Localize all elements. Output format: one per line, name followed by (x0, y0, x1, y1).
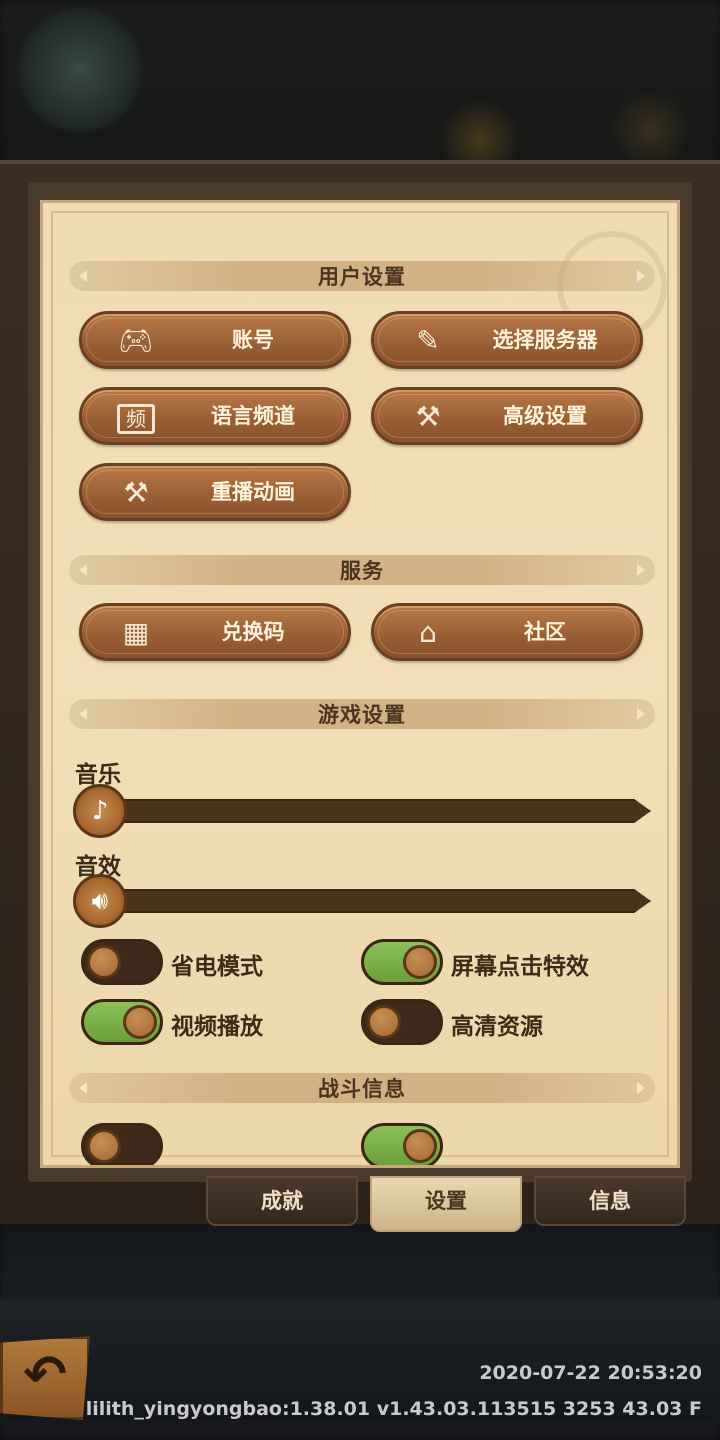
section-title: 游戏设置 (318, 703, 406, 727)
section-header-game-settings: 游戏设置 (69, 699, 655, 729)
section-header-services: 服务 (69, 555, 655, 585)
advanced-settings-button[interactable]: ⚒ 高级设置 (371, 387, 643, 445)
music-note-icon: ♪ (91, 796, 109, 826)
battle-toggle-2[interactable] (361, 1123, 443, 1165)
timestamp: 2020-07-22 20:53:20 (479, 1362, 702, 1384)
music-slider-track[interactable] (89, 799, 651, 823)
select-server-button[interactable]: ✎ 选择服务器 (371, 311, 643, 369)
hd-resources-toggle[interactable] (361, 999, 443, 1045)
back-arrow-icon: ↶ (23, 1345, 67, 1405)
speaker-icon: 🔊︎ (91, 886, 109, 916)
music-slider-knob[interactable]: ♪ (73, 784, 127, 838)
sound-effects-slider-track[interactable] (89, 889, 651, 913)
video-playback-label: 视频播放 (171, 1014, 263, 1040)
power-saving-toggle[interactable] (81, 939, 163, 985)
redeem-code-button[interactable]: ▦ 兑换码 (79, 603, 351, 661)
home-icon: ⌂ (419, 616, 437, 649)
settings-scroll-area[interactable]: 用户设置 🎮︎ 账号 ✎ 选择服务器 频 语言频道 ⚒ 高级设置 ⚒ 重播动画 … (43, 203, 677, 1165)
section-header-user-settings: 用户设置 (69, 261, 655, 291)
community-button-label: 社区 (524, 620, 566, 644)
tap-effects-toggle[interactable] (361, 939, 443, 985)
replay-animation-button-label: 重播动画 (211, 480, 295, 504)
map-quill-icon: ✎ (416, 324, 440, 357)
section-title: 服务 (340, 559, 384, 583)
community-button[interactable]: ⌂ 社区 (371, 603, 643, 661)
back-button[interactable]: ↶ (0, 1336, 90, 1420)
section-title: 战斗信息 (318, 1077, 406, 1101)
sound-effects-slider-knob[interactable]: 🔊︎ (73, 874, 127, 928)
tools-icon: ⚒ (415, 400, 441, 433)
battle-toggle-1[interactable] (81, 1123, 163, 1165)
settings-panel: 用户设置 🎮︎ 账号 ✎ 选择服务器 频 语言频道 ⚒ 高级设置 ⚒ 重播动画 … (40, 200, 680, 1168)
tab-settings[interactable]: 设置 (370, 1176, 522, 1232)
channel-icon: 频 (110, 400, 162, 434)
account-button-label: 账号 (232, 328, 274, 352)
hd-resources-label: 高清资源 (451, 1014, 543, 1040)
tab-achievements[interactable]: 成就 (206, 1176, 358, 1226)
version-string: lilith_yingyongbao:1.38.01 v1.43.03.1135… (85, 1398, 702, 1420)
video-playback-toggle[interactable] (81, 999, 163, 1045)
replay-animation-button[interactable]: ⚒ 重播动画 (79, 463, 351, 521)
power-saving-label: 省电模式 (171, 954, 263, 980)
account-button[interactable]: 🎮︎ 账号 (79, 311, 351, 369)
redeem-code-button-label: 兑换码 (221, 620, 285, 644)
advanced-settings-button-label: 高级设置 (503, 404, 587, 428)
language-channel-button-label: 语言频道 (211, 404, 295, 428)
section-header-battle-info: 战斗信息 (69, 1073, 655, 1103)
tab-info[interactable]: 信息 (534, 1176, 686, 1226)
tools-icon: ⚒ (123, 476, 149, 509)
select-server-button-label: 选择服务器 (492, 328, 598, 352)
section-title: 用户设置 (318, 265, 406, 289)
gift-icon: ▦ (122, 616, 150, 649)
language-channel-button[interactable]: 频 语言频道 (79, 387, 351, 445)
tap-effects-label: 屏幕点击特效 (451, 954, 589, 980)
gamepad-icon: 🎮︎ (118, 324, 154, 357)
